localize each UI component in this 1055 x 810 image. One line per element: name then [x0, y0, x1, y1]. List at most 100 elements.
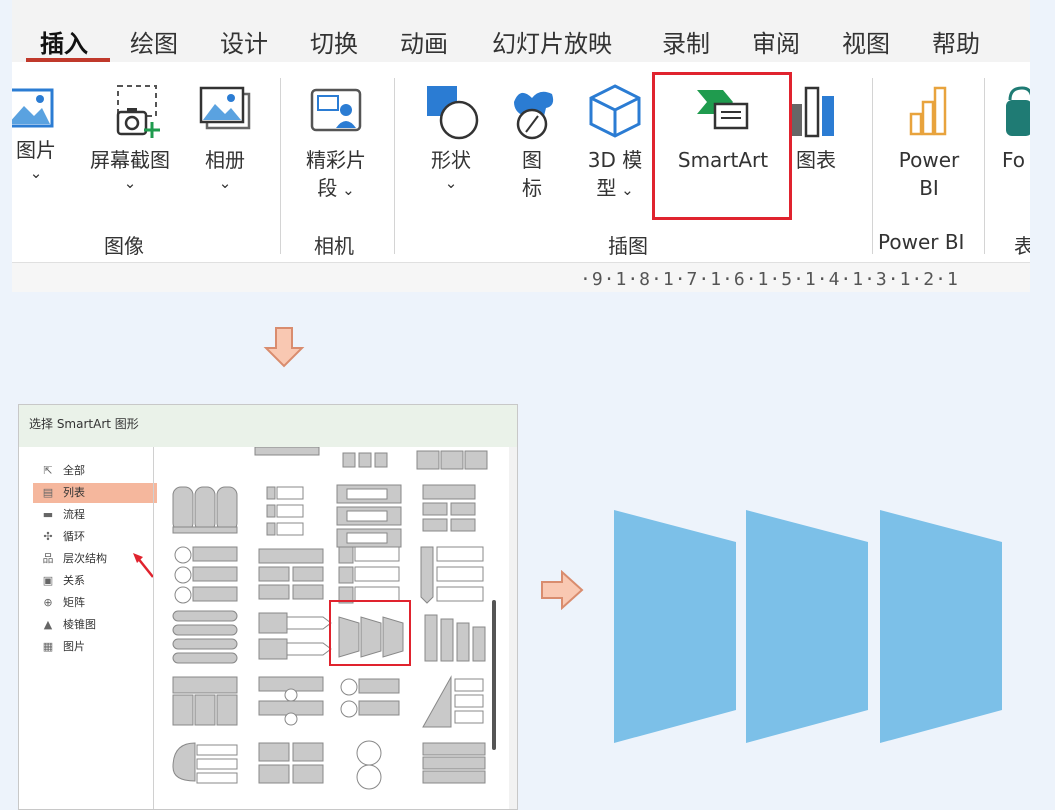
selected-layout-highlight-box	[329, 600, 411, 666]
category-matrix[interactable]: ⊕ 矩阵	[33, 593, 157, 613]
3d-models-label-line1: 3D 模	[587, 148, 643, 172]
tab-draw[interactable]: 绘图	[130, 24, 178, 59]
down-arrow-icon	[263, 327, 305, 368]
layout-tile	[174, 546, 238, 604]
choose-smartart-dialog: 选择 SmartArt 图形 ⇱ 全部 ▤ 列表 ▬ 流程 ✣ 循环 品层次结构 ▣ 关系…	[18, 404, 518, 810]
cameo-button[interactable]: 精彩片 段 ⌄	[296, 82, 376, 204]
group-label-illustrations: 插图	[608, 234, 648, 258]
tab-record[interactable]: 录制	[662, 24, 710, 59]
picture-button[interactable]: 图片 ⌄	[12, 82, 60, 182]
group-label-camera: 相机	[314, 234, 354, 258]
trapezoid-segment-3	[880, 510, 1002, 743]
active-tab-indicator	[26, 58, 110, 62]
category-label: 全部	[63, 464, 85, 477]
layout-tile	[340, 678, 400, 718]
cameo-icon	[310, 88, 362, 132]
dialog-title: 选择 SmartArt 图形	[29, 417, 139, 431]
layout-tile	[336, 484, 402, 548]
group-label-images: 图像	[104, 234, 144, 258]
photo-album-button[interactable]: 相册 ⌄	[192, 82, 258, 192]
pyramid-icon: ▲	[43, 618, 53, 631]
category-process[interactable]: ▬ 流程	[33, 505, 157, 525]
screenshot-button[interactable]: 屏幕截图 ⌄	[80, 82, 180, 192]
dialog-divider	[153, 447, 154, 809]
3d-models-button[interactable]: 3D 模 型 ⌄	[578, 82, 652, 204]
relationship-icon: ▣	[42, 574, 54, 587]
layout-tile	[258, 676, 324, 726]
icons-icon	[514, 91, 554, 140]
layout-tile	[258, 742, 324, 784]
forms-icon	[1006, 86, 1030, 136]
gallery-scrollbar-track[interactable]	[509, 447, 517, 809]
layout-tile	[424, 614, 486, 662]
dialog-title-bar: 选择 SmartArt 图形	[19, 405, 517, 447]
layout-tile	[172, 610, 238, 664]
icons-label-line1: 图	[522, 148, 542, 172]
3d-models-label-line2: 型	[596, 176, 617, 200]
layout-tile	[172, 742, 238, 784]
category-all[interactable]: ⇱ 全部	[33, 461, 157, 481]
layout-tile	[356, 740, 382, 790]
cycle-icon: ✣	[43, 530, 53, 543]
tab-review[interactable]: 审阅	[752, 24, 800, 59]
category-label: 矩阵	[63, 596, 85, 609]
process-icon: ▬	[42, 508, 54, 521]
trapezoid-segment-2	[746, 510, 868, 743]
layout-tile	[422, 675, 484, 728]
powerbi-icon	[909, 86, 947, 136]
shapes-button[interactable]: 形状 ⌄	[412, 82, 490, 192]
bar-chart-icon	[790, 86, 834, 138]
layout-tile	[258, 612, 332, 660]
layout-tile	[338, 546, 400, 604]
tab-transitions[interactable]: 切换	[310, 24, 358, 59]
category-label: 流程	[63, 508, 85, 521]
shapes-icon	[427, 86, 479, 140]
photo-album-icon	[199, 86, 251, 130]
category-label: 关系	[63, 574, 85, 587]
layout-tile	[420, 546, 484, 604]
category-picture[interactable]: ▦ 图片	[33, 637, 157, 657]
tab-animations[interactable]: 动画	[400, 24, 448, 59]
layout-tile	[172, 486, 238, 534]
cube-icon	[589, 84, 641, 138]
layout-tile	[172, 676, 238, 726]
tab-help[interactable]: 帮助	[932, 24, 980, 59]
tab-view[interactable]: 视图	[842, 24, 890, 59]
powerbi-button[interactable]: Power BI	[884, 82, 974, 202]
hierarchy-icon: 品	[42, 552, 54, 565]
powerpoint-ribbon: 插入 绘图 设计 切换 动画 幻灯片放映 录制 审阅 视图 帮助 图片 ⌄ 屏幕…	[12, 0, 1030, 292]
cameo-label-line1: 精彩片	[306, 148, 366, 172]
icons-button[interactable]: 图 标	[504, 82, 560, 202]
picture-icon	[12, 88, 54, 128]
photo-album-label: 相册	[205, 148, 245, 172]
category-label: 循环	[63, 530, 85, 543]
category-label: 图片	[63, 640, 85, 653]
tab-slideshow[interactable]: 幻灯片放映	[492, 24, 612, 59]
smartart-highlight-box	[652, 72, 792, 220]
chevron-down-icon: ⌄	[29, 164, 43, 182]
category-list-item[interactable]: ▤ 列表	[33, 483, 157, 503]
ruler-ticks: ·9·1·8·1·7·1·6·1·5·1·4·1·3·1·2·1	[580, 269, 959, 290]
layout-tile	[258, 548, 324, 600]
category-cycle[interactable]: ✣ 循环	[33, 527, 157, 547]
picture-label: 图片	[16, 138, 56, 162]
layout-tile	[422, 742, 486, 784]
all-icon: ⇱	[43, 464, 53, 477]
group-separator	[394, 78, 395, 254]
chart-button[interactable]: 图表	[788, 82, 844, 174]
tab-design[interactable]: 设计	[220, 24, 268, 59]
matrix-icon: ⊕	[43, 596, 53, 609]
group-separator	[872, 78, 873, 254]
category-label: 列表	[63, 486, 85, 499]
chevron-down-icon: ⌄	[337, 181, 355, 199]
chart-label: 图表	[796, 148, 836, 172]
gallery-scrollbar-thumb[interactable]	[492, 600, 496, 750]
category-label: 层次结构	[63, 552, 107, 565]
picture-icon: ▦	[42, 640, 54, 653]
group-label-powerbi: Power BI	[878, 230, 965, 254]
group-label-partial: 表	[1014, 234, 1030, 258]
category-pyramid[interactable]: ▲ 棱锥图	[33, 615, 157, 635]
tab-insert[interactable]: 插入	[40, 24, 88, 59]
forms-button[interactable]: Fo	[1002, 82, 1030, 174]
powerbi-label-line1: Power	[898, 148, 960, 172]
